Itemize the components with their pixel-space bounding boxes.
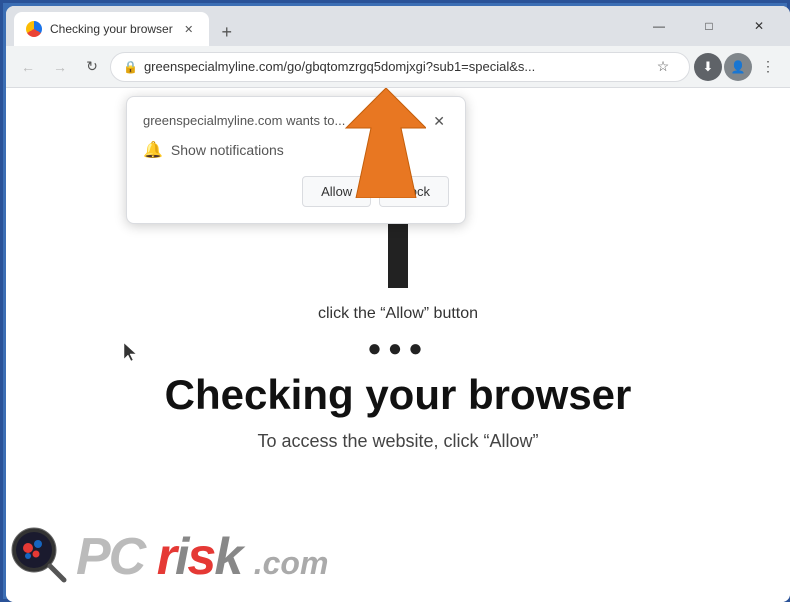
reload-button[interactable]: ↻ bbox=[78, 53, 106, 81]
toolbar-extra: ⬇ 👤 ⋮ bbox=[694, 53, 782, 81]
lock-icon: 🔒 bbox=[123, 60, 138, 74]
url-bar[interactable]: 🔒 greenspecialmyline.com/go/gbqtomzrgq5d… bbox=[110, 52, 690, 82]
back-button[interactable]: ← bbox=[14, 53, 42, 81]
three-dots: ●●● bbox=[367, 335, 429, 363]
tab-favicon bbox=[26, 21, 42, 37]
forward-button[interactable]: → bbox=[46, 53, 74, 81]
cursor bbox=[124, 343, 136, 361]
bookmark-star-icon[interactable]: ☆ bbox=[649, 53, 677, 81]
active-tab[interactable]: Checking your browser ✕ bbox=[14, 12, 209, 46]
tab-bar: Checking your browser ✕ + bbox=[14, 6, 632, 46]
popup-close-button[interactable]: ✕ bbox=[429, 113, 449, 130]
url-text: greenspecialmyline.com/go/gbqtomzrgq5dom… bbox=[144, 59, 643, 74]
browser-window: Checking your browser ✕ + — □ ✕ ← → ↻ 🔒 … bbox=[6, 6, 790, 602]
main-heading: Checking your browser bbox=[165, 371, 632, 419]
logo-com: .com bbox=[254, 545, 329, 581]
page-content: greenspecialmyline.com wants to... ✕ 🔔 S… bbox=[6, 88, 790, 602]
popup-header: greenspecialmyline.com wants to... ✕ bbox=[143, 113, 449, 130]
close-button[interactable]: ✕ bbox=[736, 10, 782, 42]
title-bar: Checking your browser ✕ + — □ ✕ bbox=[6, 6, 790, 46]
logo-text-container: PC risk .com bbox=[76, 527, 328, 587]
allow-button[interactable]: Allow bbox=[302, 176, 371, 207]
menu-button[interactable]: ⋮ bbox=[754, 53, 782, 81]
tab-title: Checking your browser bbox=[50, 22, 173, 36]
sub-text: To access the website, click “Allow” bbox=[257, 431, 538, 452]
popup-site-text: greenspecialmyline.com wants to... bbox=[143, 113, 345, 128]
window-controls: — □ ✕ bbox=[636, 10, 782, 42]
logo-pc: PC bbox=[76, 528, 157, 586]
bell-icon: 🔔 bbox=[143, 140, 163, 160]
new-tab-button[interactable]: + bbox=[213, 18, 241, 46]
popup-buttons: Allow Block bbox=[143, 176, 449, 207]
pcrisk-logo: PC risk .com bbox=[6, 522, 328, 592]
logo-risk: risk bbox=[157, 528, 254, 586]
account-icon[interactable]: 👤 bbox=[724, 53, 752, 81]
popup-notification-text: Show notifications bbox=[171, 142, 284, 158]
minimize-button[interactable]: — bbox=[636, 10, 682, 42]
click-allow-label: click the “Allow” button bbox=[318, 305, 478, 323]
tab-close-button[interactable]: ✕ bbox=[181, 21, 197, 37]
pcrisk-logo-icon bbox=[6, 522, 76, 592]
profile-download-icon[interactable]: ⬇ bbox=[694, 53, 722, 81]
maximize-button[interactable]: □ bbox=[686, 10, 732, 42]
block-button[interactable]: Block bbox=[379, 176, 449, 207]
notification-popup: greenspecialmyline.com wants to... ✕ 🔔 S… bbox=[126, 96, 466, 224]
popup-notification-row: 🔔 Show notifications bbox=[143, 140, 449, 160]
address-bar: ← → ↻ 🔒 greenspecialmyline.com/go/gbqtom… bbox=[6, 46, 790, 88]
